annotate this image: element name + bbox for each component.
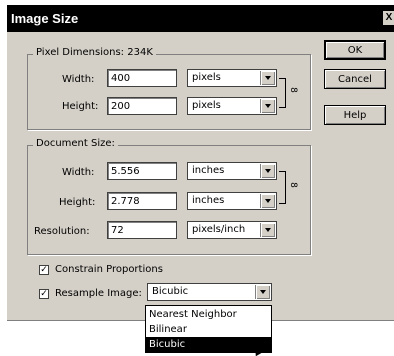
cancel-button[interactable]: Cancel — [324, 69, 386, 89]
chevron-down-icon — [260, 71, 275, 85]
resample-method-select[interactable]: Bicubic — [147, 283, 272, 301]
constrain-proportions-label[interactable]: Constrain Proportions — [55, 264, 163, 275]
doc-link-bracket — [279, 171, 286, 204]
resample-image-label[interactable]: Resample Image: — [55, 288, 142, 299]
menu-item-bilinear[interactable]: Bilinear — [146, 322, 271, 337]
pixel-width-unit-select[interactable]: pixels — [187, 69, 277, 87]
pixel-link-bracket — [279, 78, 286, 108]
dialog-title: Image Size — [11, 11, 79, 26]
doc-width-unit-select[interactable]: inches — [187, 162, 277, 180]
resolution-label: Resolution: — [34, 226, 90, 237]
resolution-field[interactable]: 72 — [107, 221, 177, 239]
resolution-unit-select[interactable]: pixels/inch — [187, 221, 277, 239]
pixel-height-unit-select[interactable]: pixels — [187, 97, 277, 115]
chevron-down-icon — [260, 194, 275, 208]
link-icon: 8 — [287, 87, 298, 93]
title-bar[interactable]: Image Size X — [7, 5, 394, 32]
pixel-dimensions-size: 234K — [127, 47, 153, 58]
close-icon[interactable]: X — [383, 11, 394, 25]
chevron-down-icon — [255, 285, 270, 299]
doc-height-unit-select[interactable]: inches — [187, 192, 277, 210]
doc-height-field[interactable]: 2.778 — [107, 192, 177, 210]
help-button[interactable]: Help — [324, 105, 386, 125]
doc-height-label: Height: — [59, 197, 96, 208]
image-size-dialog: Image Size X Pixel Dimensions: 234K Widt… — [6, 4, 394, 321]
doc-width-label: Width: — [62, 167, 95, 178]
ok-button[interactable]: OK — [324, 40, 386, 60]
pixel-width-field[interactable]: 400 — [107, 69, 177, 87]
pixel-height-field[interactable]: 200 — [107, 97, 177, 115]
menu-item-nearest-neighbor[interactable]: Nearest Neighbor — [146, 307, 271, 322]
pixel-dimensions-group — [27, 54, 311, 130]
constrain-proportions-checkbox[interactable]: ✓ — [39, 265, 49, 275]
pixel-height-label: Height: — [62, 101, 99, 112]
chevron-down-icon — [260, 99, 275, 113]
resample-image-checkbox[interactable]: ✓ — [39, 289, 49, 299]
chevron-down-icon — [260, 223, 275, 237]
pixel-width-label: Width: — [62, 74, 95, 85]
link-icon: 8 — [287, 182, 298, 188]
pixel-dimensions-label: Pixel Dimensions: 234K — [33, 47, 156, 58]
document-size-label: Document Size: — [33, 138, 118, 149]
doc-width-field[interactable]: 5.556 — [107, 162, 177, 180]
chevron-down-icon — [260, 164, 275, 178]
